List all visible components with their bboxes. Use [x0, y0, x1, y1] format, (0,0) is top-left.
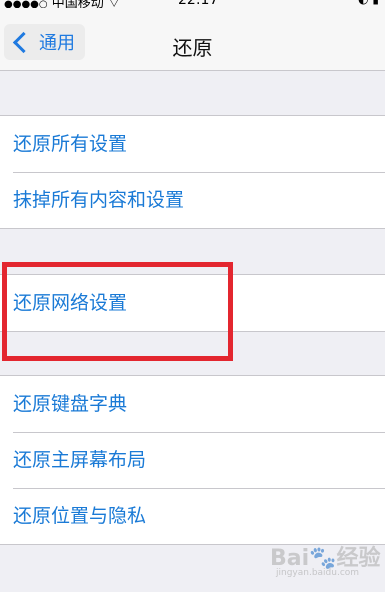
wifi-icon: ⌔ [107, 0, 121, 8]
status-left: ●●●●○ 中国移动 ⌔ [4, 0, 120, 8]
reset-group-3: 还原键盘字典 还原主屏幕布局 还原位置与隐私 [0, 375, 385, 545]
reset-keyboard-dictionary-row[interactable]: 还原键盘字典 [0, 376, 385, 432]
navigation-bar: 通用 还原 [0, 8, 385, 71]
status-time: 22:17 [178, 0, 219, 8]
status-bar: ●●●●○ 中国移动 ⌔ 22:17 ◐ ▮ [0, 0, 385, 8]
page-title: 还原 [172, 36, 213, 60]
reset-group-2: 还原网络设置 [0, 274, 385, 332]
reset-all-settings-row[interactable]: 还原所有设置 [0, 116, 385, 172]
reset-location-privacy-row[interactable]: 还原位置与隐私 [0, 488, 385, 544]
battery-icon: ◐ ▮ [358, 0, 379, 6]
carrier-label: 中国移动 [51, 0, 104, 8]
reset-home-screen-layout-row[interactable]: 还原主屏幕布局 [0, 432, 385, 488]
reset-group-1: 还原所有设置 抹掉所有内容和设置 [0, 115, 385, 229]
signal-strength-icon: ●●●●○ [4, 0, 48, 8]
erase-all-content-row[interactable]: 抹掉所有内容和设置 [0, 172, 385, 228]
watermark-url: jingyan.baidu.com [276, 568, 360, 578]
reset-network-settings-row[interactable]: 还原网络设置 [0, 275, 385, 331]
